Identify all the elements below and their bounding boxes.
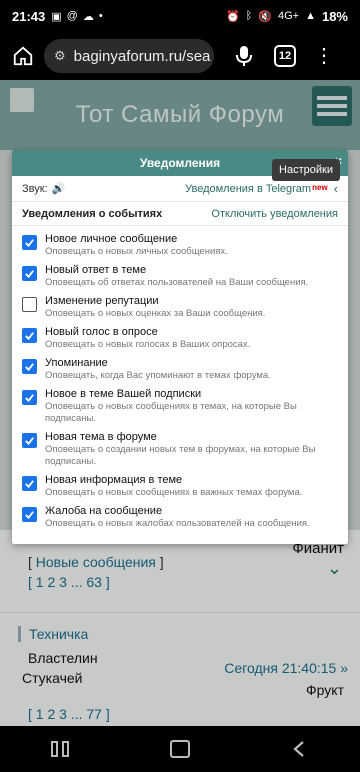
network-label: 4G+: [277, 10, 300, 22]
option-description: Оповещать об ответах пользователей на Ва…: [45, 277, 309, 288]
checkbox-unchecked[interactable]: [22, 297, 37, 312]
home-nav-button[interactable]: [167, 738, 193, 760]
bluetooth-icon: ᛒ: [245, 10, 253, 22]
new-badge: new: [312, 182, 328, 192]
popup-title: Уведомления: [139, 156, 221, 170]
recent-apps-button[interactable]: [47, 738, 73, 760]
checkbox-checked[interactable]: [22, 390, 37, 405]
option-title: Новое личное сообщение: [45, 233, 178, 245]
browser-menu-button[interactable]: ⋮: [314, 46, 334, 66]
status-bar: 21:43 ▣ @ ☁ • ⏰ ᛒ 🔇 4G+ ▲ 18%: [0, 0, 360, 32]
notification-option[interactable]: Новая тема в форуме Оповещать о создании …: [12, 428, 348, 471]
checkbox-checked[interactable]: [22, 328, 37, 343]
site-settings-icon[interactable]: ⚙: [54, 48, 66, 64]
voice-search-button[interactable]: [232, 44, 256, 68]
check-icon: [25, 332, 34, 341]
sound-label: Звук:: [22, 182, 48, 195]
check-icon: [25, 394, 34, 403]
notification-option[interactable]: Новый голос в опросе Оповещать о новых го…: [12, 323, 348, 354]
option-text: Упоминание Оповещать, когда Вас упоминают…: [45, 357, 271, 382]
notification-option[interactable]: Новый ответ в теме Оповещать об ответах п…: [12, 261, 348, 292]
checkbox-checked[interactable]: [22, 507, 37, 522]
option-description: Оповещать о новых голосах в Ваших опроса…: [45, 339, 251, 350]
alarm-icon: ⏰: [225, 10, 240, 23]
cloud-icon: ☁: [82, 10, 94, 23]
signal-icon: ▲: [305, 10, 316, 22]
notification-icons: ▣ @ ☁ •: [51, 10, 102, 23]
image-icon: ▣: [51, 10, 62, 23]
battery-level: 18%: [321, 8, 348, 24]
telegram-link[interactable]: Уведомления в Telegramnew: [185, 183, 328, 195]
notification-options: Новое личное сообщение Оповещать о новых …: [12, 226, 348, 533]
mute-icon: 🔇: [258, 10, 272, 23]
option-text: Новый голос в опросе Оповещать о новых го…: [45, 326, 250, 351]
option-text: Изменение репутации Оповещать о новых оце…: [45, 295, 265, 320]
notification-option[interactable]: Новое личное сообщение Оповещать о новых …: [12, 230, 348, 261]
option-title: Новая тема в форуме: [45, 431, 157, 443]
check-icon: [25, 363, 34, 372]
notification-option[interactable]: Новое в теме Вашей подписки Оповещать о н…: [12, 385, 348, 428]
notification-option[interactable]: Новая информация в теме Оповещать о новых…: [12, 471, 348, 502]
option-title: Жалоба на сообщение: [45, 505, 163, 517]
address-bar[interactable]: ⚙ baginyaforum.ru/sea: [44, 39, 214, 73]
checkbox-checked[interactable]: [22, 266, 37, 281]
back-nav-icon: [293, 741, 304, 757]
check-icon: [25, 437, 34, 446]
speaker-icon[interactable]: 🔊: [52, 182, 66, 195]
check-icon: [25, 270, 34, 279]
checkbox-checked[interactable]: [22, 476, 37, 491]
notifications-popup: Уведомления × Звук: 🔊 Уведомления в Tele…: [12, 150, 348, 544]
option-description: Оповещать о создании новых тем в форумах…: [45, 444, 316, 467]
option-text: Новое личное сообщение Оповещать о новых …: [45, 233, 228, 258]
mic-icon: [236, 46, 252, 66]
notification-option[interactable]: Упоминание Оповещать, когда Вас упоминают…: [12, 354, 348, 385]
option-description: Оповещать о новых сообщениях в темах, на…: [45, 401, 297, 424]
checkbox-checked[interactable]: [22, 235, 37, 250]
option-description: Оповещать о новых личных сообщениях.: [45, 246, 228, 257]
check-icon: [25, 239, 34, 248]
system-nav-bar: [0, 726, 360, 772]
tab-switcher-button[interactable]: 12: [274, 45, 296, 67]
option-title: Новый ответ в теме: [45, 264, 147, 276]
option-description: Оповещать, когда Вас упоминают в темах ф…: [45, 370, 271, 381]
check-icon: [25, 511, 34, 520]
option-description: Оповещать о новых сообщениях в важных те…: [45, 487, 303, 498]
option-title: Новый голос в опросе: [45, 326, 158, 338]
recents-icon: [51, 741, 69, 757]
option-title: Новое в теме Вашей подписки: [45, 388, 202, 400]
checkbox-checked[interactable]: [22, 359, 37, 374]
home-nav-icon: [170, 740, 190, 758]
option-title: Новая информация в теме: [45, 474, 183, 486]
section-title: Уведомления о событиях: [22, 207, 163, 220]
checkbox-checked[interactable]: [22, 433, 37, 448]
dot-icon: •: [98, 10, 103, 22]
settings-back-icon[interactable]: ‹: [334, 181, 338, 196]
option-text: Жалоба на сообщение Оповещать о новых жал…: [45, 505, 310, 530]
back-nav-button[interactable]: [287, 738, 313, 760]
option-title: Упоминание: [45, 357, 108, 369]
section-header: Уведомления о событиях Отключить уведомл…: [12, 202, 348, 226]
home-button[interactable]: [8, 41, 38, 71]
option-text: Новая тема в форуме Оповещать о создании …: [45, 431, 338, 468]
notification-option[interactable]: Изменение репутации Оповещать о новых оце…: [12, 292, 348, 323]
option-description: Оповещать о новых жалобах пользователей …: [45, 518, 310, 529]
clock: 21:43: [12, 8, 46, 24]
option-text: Новая информация в теме Оповещать о новых…: [45, 474, 302, 499]
option-title: Изменение репутации: [45, 295, 159, 307]
option-text: Новый ответ в теме Оповещать об ответах п…: [45, 264, 308, 289]
check-icon: [25, 480, 34, 489]
option-text: Новое в теме Вашей подписки Оповещать о н…: [45, 388, 338, 425]
home-icon: [13, 46, 33, 66]
browser-toolbar: ⚙ baginyaforum.ru/sea 12 ⋮: [0, 32, 360, 80]
notification-option[interactable]: Жалоба на сообщение Оповещать о новых жал…: [12, 502, 348, 533]
option-description: Оповещать о новых оценках за Ваши сообще…: [45, 308, 266, 319]
settings-tooltip: Настройки: [272, 159, 340, 181]
disable-notifications-link[interactable]: Отключить уведомления: [211, 208, 338, 220]
at-icon: @: [66, 10, 78, 22]
url-text: baginyaforum.ru/sea: [73, 47, 211, 65]
